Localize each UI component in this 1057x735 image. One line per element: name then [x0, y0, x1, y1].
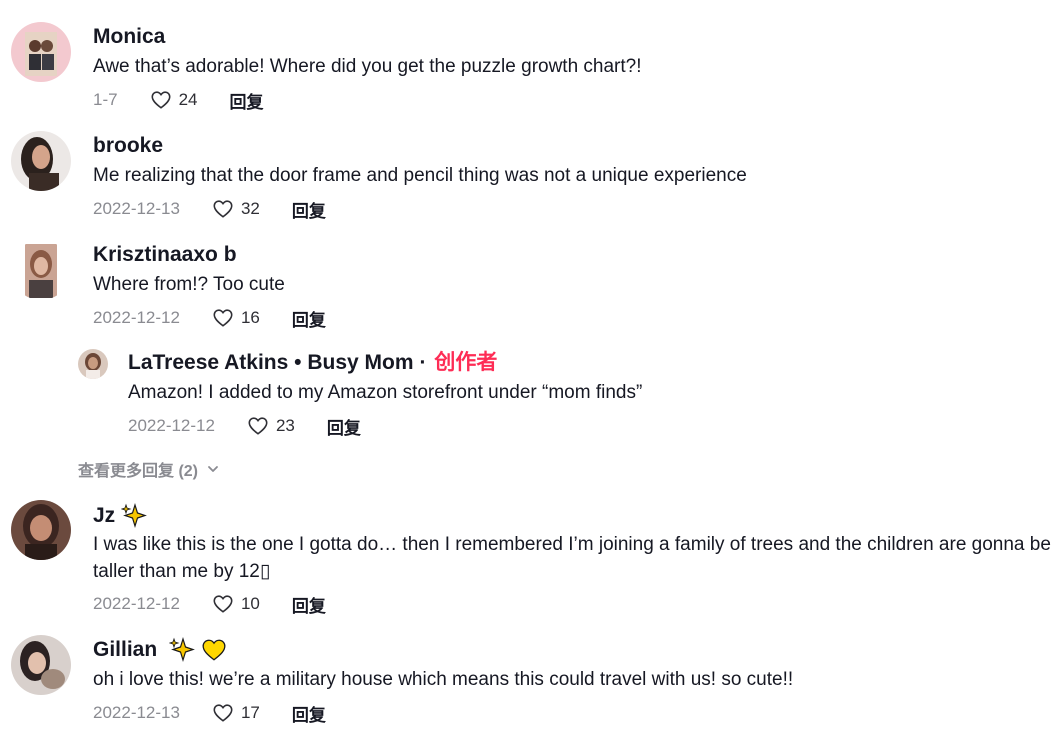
avatar[interactable]	[11, 240, 71, 300]
like-button[interactable]: 23	[247, 415, 295, 437]
avatar[interactable]	[11, 635, 71, 695]
reply-username-row: LaTreese Atkins • Busy Mom · 创作者	[128, 350, 497, 376]
avatar[interactable]	[11, 131, 71, 191]
comment-meta: 2022-12-12 10 回复	[93, 592, 326, 616]
heart-outline-icon	[213, 704, 233, 722]
comment-username[interactable]: LaTreese Atkins • Busy Mom	[128, 351, 414, 374]
comment-meta: 2022-12-12 16 回复	[93, 306, 326, 330]
reply-button[interactable]: 回复	[327, 414, 361, 439]
like-button[interactable]: 24	[150, 89, 198, 111]
comment-text: Awe that’s adorable! Where did you get t…	[93, 56, 642, 77]
like-count: 17	[240, 703, 260, 722]
like-count: 24	[178, 90, 198, 109]
comment-username-row: Jz	[93, 503, 147, 529]
chevron-down-icon	[208, 466, 218, 472]
heart-outline-icon	[213, 595, 233, 613]
comment-username[interactable]: Krisztinaaxo b	[93, 242, 237, 268]
heart-outline-icon	[213, 309, 233, 327]
yellow-heart-emoji	[202, 640, 226, 662]
comment-meta: 2022-12-13 17 回复	[93, 701, 326, 725]
comment-text: I was like this is the one I gotta do… t…	[93, 534, 1051, 582]
reply-button[interactable]: 回复	[292, 306, 326, 331]
comment-meta: 2022-12-13 32 回复	[93, 197, 326, 221]
comment-username[interactable]: Monica	[93, 24, 165, 50]
like-button[interactable]: 16	[212, 307, 260, 329]
reply-button[interactable]: 回复	[292, 197, 326, 222]
sparkles-emoji	[121, 503, 147, 529]
like-button[interactable]: 32	[212, 198, 260, 220]
comment-username-row: Gillian	[93, 637, 227, 663]
heart-outline-icon	[248, 417, 268, 435]
comment-date: 2022-12-12	[93, 594, 180, 613]
reply-button[interactable]: 回复	[292, 592, 326, 617]
like-count: 32	[240, 199, 260, 218]
like-count: 10	[240, 594, 260, 613]
view-more-label: 查看更多回复 (2)	[78, 463, 199, 480]
comment-username[interactable]: brooke	[93, 133, 163, 159]
avatar[interactable]	[11, 22, 71, 82]
view-more-replies-button[interactable]: 查看更多回复 (2)	[78, 457, 220, 481]
avatar[interactable]	[78, 349, 108, 379]
comment-text: Where from!? Too cute	[93, 274, 285, 295]
creator-badge: 创作者	[434, 351, 498, 374]
like-button[interactable]: 10	[212, 593, 260, 615]
comment-meta: 2022-12-12 23 回复	[128, 414, 361, 438]
comment-text: Me realizing that the door frame and pen…	[93, 165, 747, 186]
reply-button[interactable]: 回复	[230, 88, 264, 113]
comment-date: 2022-12-12	[128, 416, 215, 435]
heart-outline-icon	[151, 91, 171, 109]
like-count: 16	[240, 308, 260, 327]
like-button[interactable]: 17	[212, 702, 260, 724]
comment-text: Amazon! I added to my Amazon storefront …	[128, 382, 643, 403]
comment-date: 2022-12-13	[93, 703, 180, 722]
name-separator: ·	[419, 351, 427, 374]
heart-outline-icon	[213, 200, 233, 218]
comment-date: 2022-12-12	[93, 308, 180, 327]
sparkles-emoji	[169, 637, 195, 663]
comment-meta: 1-7 24 回复	[93, 88, 264, 112]
avatar[interactable]	[11, 500, 71, 560]
comment-text: oh i love this! we’re a military house w…	[93, 669, 794, 690]
comment-date: 2022-12-13	[93, 199, 180, 218]
comment-date: 1-7	[93, 90, 118, 109]
comment-username[interactable]: Gillian	[93, 638, 157, 661]
reply-button[interactable]: 回复	[292, 701, 326, 726]
like-count: 23	[275, 416, 295, 435]
comment-username[interactable]: Jz	[93, 504, 115, 527]
